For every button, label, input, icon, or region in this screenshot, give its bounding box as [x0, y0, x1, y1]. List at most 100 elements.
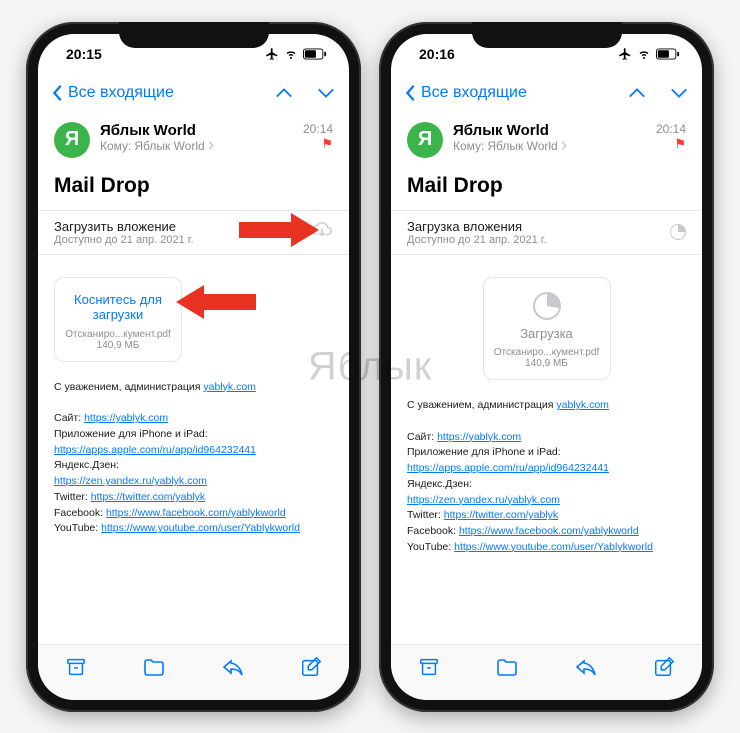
link[interactable]: https://yablyk.com: [437, 431, 521, 443]
status-time: 20:15: [66, 46, 102, 62]
link[interactable]: yablyk.com: [556, 399, 609, 411]
body-line: Приложение для iPhone и iPad:https://app…: [54, 427, 333, 459]
attachment-action-label: Коснитесь для загрузки: [63, 292, 173, 323]
chevron-right-icon: [208, 141, 214, 150]
next-message-button[interactable]: [670, 87, 688, 99]
screen: 20:16 Все входящие Я Яблык World К: [391, 34, 702, 700]
attachment-size: 140,9 МБ: [492, 358, 602, 369]
attachment-size: 140,9 МБ: [63, 340, 173, 351]
archive-button[interactable]: [65, 656, 87, 678]
back-label: Все входящие: [68, 84, 174, 102]
maildrop-expiry: Доступно до 21 апр. 2021 г.: [54, 234, 194, 246]
message-time: 20:14: [303, 122, 333, 136]
airplane-icon: [618, 47, 632, 61]
body-line: Яндекс.Дзен:https://zen.yandex.ru/yablyk…: [54, 458, 333, 490]
battery-icon: [303, 48, 327, 60]
notch: [119, 22, 269, 48]
maildrop-title: Загрузка вложения: [407, 219, 547, 234]
reply-button[interactable]: [221, 657, 245, 677]
phone-frame: 20:16 Все входящие Я Яблык World К: [379, 22, 714, 712]
back-button[interactable]: Все входящие: [405, 84, 527, 102]
body-line: Twitter: https://twitter.com/yablyk: [407, 508, 686, 524]
body-line: Facebook: https://www.facebook.com/yably…: [407, 524, 686, 540]
wifi-icon: [636, 48, 652, 60]
link[interactable]: https://twitter.com/yablyk: [444, 509, 558, 521]
maildrop-download-row[interactable]: Загрузить вложение Доступно до 21 апр. 2…: [38, 210, 349, 255]
link[interactable]: https://twitter.com/yablyk: [91, 491, 205, 503]
attachment-card[interactable]: Загрузка Отсканиро...кумент.pdf 140,9 МБ: [483, 277, 611, 381]
nav-bar: Все входящие: [38, 74, 349, 112]
body-line: Приложение для iPhone и iPad:https://app…: [407, 445, 686, 477]
annotation-arrow: [239, 213, 319, 247]
toolbar: [391, 644, 702, 700]
link[interactable]: yablyk.com: [203, 381, 256, 393]
link[interactable]: https://apps.apple.com/ru/app/id96423244…: [407, 462, 609, 474]
message-body: С уважением, администрация yablyk.com Са…: [38, 370, 349, 548]
subject: Mail Drop: [38, 164, 349, 204]
flag-icon: ⚑: [656, 136, 686, 152]
cloud-download-icon: [311, 221, 333, 244]
maildrop-download-row[interactable]: Загрузка вложения Доступно до 21 апр. 20…: [391, 210, 702, 255]
nav-bar: Все входящие: [391, 74, 702, 112]
prev-message-button[interactable]: [275, 87, 293, 99]
prev-message-button[interactable]: [628, 87, 646, 99]
body-line: Сайт: https://yablyk.com: [407, 430, 686, 446]
to-line[interactable]: Кому: Яблык World: [453, 139, 646, 153]
sender-name[interactable]: Яблык World: [453, 122, 646, 139]
loading-progress-icon: [533, 292, 561, 320]
attachment-filename: Отсканиро...кумент.pdf: [492, 347, 602, 358]
chevron-left-icon: [52, 84, 64, 102]
signature-line: С уважением, администрация yablyk.com: [407, 398, 686, 414]
move-button[interactable]: [142, 657, 166, 677]
back-label: Все входящие: [421, 84, 527, 102]
move-button[interactable]: [495, 657, 519, 677]
message-body: С уважением, администрация yablyk.com Са…: [391, 388, 702, 566]
reply-button[interactable]: [574, 657, 598, 677]
attachment-filename: Отсканиро...кумент.pdf: [63, 329, 173, 340]
airplane-icon: [265, 47, 279, 61]
compose-button[interactable]: [653, 656, 675, 678]
link[interactable]: https://zen.yandex.ru/yablyk.com: [54, 475, 207, 487]
link[interactable]: https://yablyk.com: [84, 412, 168, 424]
link[interactable]: https://www.facebook.com/yablykworld: [459, 525, 639, 537]
next-message-button[interactable]: [317, 87, 335, 99]
link[interactable]: https://www.youtube.com/user/Yablykworld: [454, 541, 653, 553]
status-time: 20:16: [419, 46, 455, 62]
back-button[interactable]: Все входящие: [52, 84, 174, 102]
to-line[interactable]: Кому: Яблык World: [100, 139, 293, 153]
message-time: 20:14: [656, 122, 686, 136]
sender-name[interactable]: Яблык World: [100, 122, 293, 139]
link[interactable]: https://apps.apple.com/ru/app/id96423244…: [54, 444, 256, 456]
archive-button[interactable]: [418, 656, 440, 678]
body-line: Яндекс.Дзен:https://zen.yandex.ru/yablyk…: [407, 477, 686, 509]
phone-frame: 20:15 Все входящие Я Яблык World К: [26, 22, 361, 712]
notch: [472, 22, 622, 48]
annotation-arrow: [176, 285, 256, 319]
wifi-icon: [283, 48, 299, 60]
link[interactable]: https://zen.yandex.ru/yablyk.com: [407, 494, 560, 506]
link[interactable]: https://www.youtube.com/user/Yablykworld: [101, 522, 300, 534]
battery-icon: [656, 48, 680, 60]
body-line: Facebook: https://www.facebook.com/yably…: [54, 506, 333, 522]
avatar: Я: [54, 122, 90, 158]
body-line: YouTube: https://www.youtube.com/user/Ya…: [54, 521, 333, 537]
mail-header: Я Яблык World Кому: Яблык World 20:14 ⚑: [391, 112, 702, 164]
maildrop-title: Загрузить вложение: [54, 219, 194, 234]
chevron-left-icon: [405, 84, 417, 102]
subject: Mail Drop: [391, 164, 702, 204]
mail-header: Я Яблык World Кому: Яблык World 20:14 ⚑: [38, 112, 349, 164]
compose-button[interactable]: [300, 656, 322, 678]
avatar: Я: [407, 122, 443, 158]
chevron-right-icon: [561, 141, 567, 150]
loading-progress-icon: [670, 224, 686, 240]
attachment-action-label: Загрузка: [492, 326, 602, 342]
body-line: Twitter: https://twitter.com/yablyk: [54, 490, 333, 506]
attachment-card[interactable]: Коснитесь для загрузки Отсканиро...кумен…: [54, 277, 182, 362]
toolbar: [38, 644, 349, 700]
signature-line: С уважением, администрация yablyk.com: [54, 380, 333, 396]
flag-icon: ⚑: [303, 136, 333, 152]
link[interactable]: https://www.facebook.com/yablykworld: [106, 507, 286, 519]
body-line: Сайт: https://yablyk.com: [54, 411, 333, 427]
maildrop-expiry: Доступно до 21 апр. 2021 г.: [407, 234, 547, 246]
screen: 20:15 Все входящие Я Яблык World К: [38, 34, 349, 700]
